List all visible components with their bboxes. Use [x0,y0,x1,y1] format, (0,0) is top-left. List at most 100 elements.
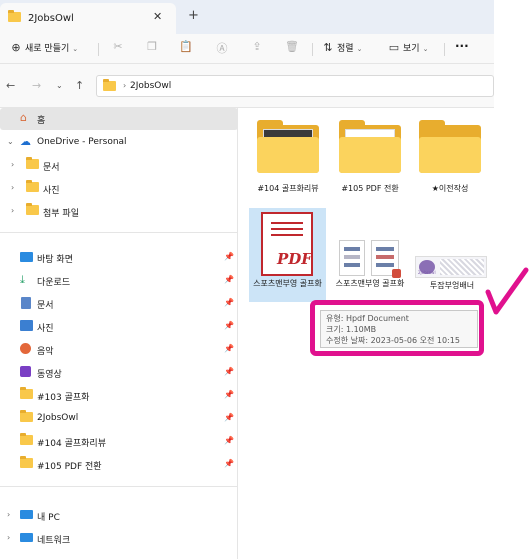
paste-icon[interactable]: 📋 [178,40,194,56]
chevron-right-icon[interactable]: › [11,183,14,192]
cut-icon[interactable]: ✂ [110,40,126,56]
home-icon: ⌂ [20,111,27,124]
more-options-button[interactable]: ··· [455,39,469,53]
pin-icon[interactable]: 📌 [224,459,234,468]
pdf-label: PDF [277,250,312,268]
folder-name: #105 PDF 전환 [341,184,399,193]
sort-label: 정렬 [337,44,354,54]
folder-icon [26,203,39,217]
sidebar-item-label: 동영상 [37,370,62,380]
file-shoes[interactable]: 스포츠맨부영 골프화 [333,208,407,302]
pin-icon[interactable]: 📌 [224,275,234,284]
sort-button[interactable]: ⇅ 정렬 ⌄ [322,41,362,54]
sidebar-item-label: 2JobsOwl [37,413,79,423]
network-icon [20,533,33,542]
sidebar-item-label: 사진 [43,186,60,196]
sidebar-item-documents[interactable]: › 문서 [0,155,238,177]
sidebar-item-103[interactable]: #103 골프화 📌 [0,385,238,407]
new-tab-button[interactable]: + [188,8,199,23]
video-icon [20,366,31,377]
document-icon [21,297,31,309]
rename-icon[interactable]: Ⓐ [214,40,230,56]
sidebar-item-documents-quick[interactable]: 문서 📌 [0,293,238,315]
divider [312,43,313,56]
pin-icon[interactable]: 📌 [224,344,234,353]
pin-icon[interactable]: 📌 [224,436,234,445]
pin-icon[interactable]: 📌 [224,298,234,307]
tab-title: 2JobsOwl [28,13,74,24]
sidebar-item-attachments[interactable]: › 첨부 파일 [0,201,238,223]
chevron-down-icon: ⌄ [72,45,79,53]
thumbnail-icon [371,240,401,278]
sidebar-item-music[interactable]: 음악 📌 [0,339,238,361]
divider [0,232,238,233]
divider [444,43,445,56]
pin-icon[interactable]: 📌 [224,413,234,422]
pin-icon[interactable]: 📌 [224,321,234,330]
sidebar-item-pictures[interactable]: › 사진 [0,178,238,200]
forward-arrow-icon[interactable]: → [32,79,41,92]
folder-name: ★이전작성 [431,184,469,193]
file-name: 스포츠맨부영 골프화 [253,279,322,288]
sidebar-item-desktop[interactable]: 바탕 화면 📌 [0,247,238,269]
pin-icon[interactable]: 📌 [224,367,234,376]
pin-icon[interactable]: 📌 [224,252,234,261]
back-arrow-icon[interactable]: ← [6,79,15,92]
folder-104[interactable]: #104 골프화리뷰 [253,120,323,202]
sidebar-item-home[interactable]: ⌂ 홈 [0,108,238,130]
sidebar-item-105[interactable]: #105 PDF 전환 📌 [0,454,238,476]
address-bar[interactable]: › 2JobsOwl [96,75,494,97]
annotation-highlight-box [310,300,484,356]
view-button[interactable]: ▭ 보기 ⌄ [388,41,429,54]
picture-icon [20,320,33,331]
chevron-right-icon[interactable]: › [7,533,10,542]
banner-thumbnail: 2jobsowl [415,256,487,278]
sidebar-item-pictures-quick[interactable]: 사진 📌 [0,316,238,338]
divider [0,486,238,487]
divider [98,43,99,56]
recent-chevron-icon[interactable]: ⌄ [56,81,63,90]
chevron-right-icon[interactable]: › [123,81,126,90]
sidebar-item-network[interactable]: › 네트워크 [0,528,238,550]
chevron-right-icon[interactable]: › [7,510,10,519]
chevron-right-icon[interactable]: › [11,160,14,169]
sidebar-item-downloads[interactable]: ⤓ 다운로드 📌 [0,270,238,292]
sidebar-item-this-pc[interactable]: › 내 PC [0,505,238,527]
copy-icon[interactable]: ❐ [144,40,160,56]
share-icon[interactable]: ⇪ [249,40,265,56]
folder-icon [20,410,33,424]
view-label: 보기 [403,44,420,54]
delete-icon[interactable]: 🗑 [284,40,300,56]
breadcrumb-2jobsowl[interactable]: 2JobsOwl [130,81,171,91]
file-pdf-selected[interactable]: PDF 스포츠맨부영 골프화 [249,208,326,302]
file-name: 투잡부엉배너 [429,281,475,290]
new-button[interactable]: ⊕ 새로 만들기 ⌄ [10,41,78,54]
sidebar-item-label: OneDrive - Personal [37,137,127,147]
chevron-right-icon[interactable]: › [11,206,14,215]
new-button-label: 새로 만들기 [25,44,70,54]
folder-105[interactable]: #105 PDF 전환 [333,120,407,202]
file-name: 스포츠맨부영 골프화 [335,279,405,288]
tab-bar: 2JobsOwl ✕ + [0,0,494,34]
sidebar-item-onedrive[interactable]: ⌄ ☁ OneDrive - Personal [0,132,238,154]
sidebar-item-label: #104 골프화리뷰 [37,439,106,449]
sidebar-item-videos[interactable]: 동영상 📌 [0,362,238,384]
folder-icon [26,180,39,194]
pin-icon[interactable]: 📌 [224,390,234,399]
file-banner[interactable]: 2jobsowl 투잡부엉배너 [413,208,491,302]
sidebar-item-label: 다운로드 [37,278,71,288]
sidebar-item-104[interactable]: #104 골프화리뷰 📌 [0,431,238,453]
folder-previous[interactable]: ★이전작성 [413,120,487,202]
folder-icon [339,120,401,173]
address-row: ← → ⌄ ↑ › 2JobsOwl [0,64,494,108]
sidebar-item-2jobsowl[interactable]: 2JobsOwl 📌 [0,408,238,430]
close-tab-button[interactable]: ✕ [153,10,162,23]
desktop-icon [20,252,33,262]
sort-icon: ⇅ [323,41,333,54]
chevron-down-icon[interactable]: ⌄ [7,137,14,146]
sidebar-item-label: 문서 [43,163,60,173]
sidebar-item-label: 바탕 화면 [37,255,73,265]
up-arrow-icon[interactable]: ↑ [75,79,84,92]
tab-2jobsowl[interactable]: 2JobsOwl ✕ [0,3,176,34]
command-bar: ⊕ 새로 만들기 ⌄ ✂ ❐ 📋 Ⓐ ⇪ 🗑 ⇅ 정렬 ⌄ ▭ 보기 ⌄ ··· [0,34,494,64]
